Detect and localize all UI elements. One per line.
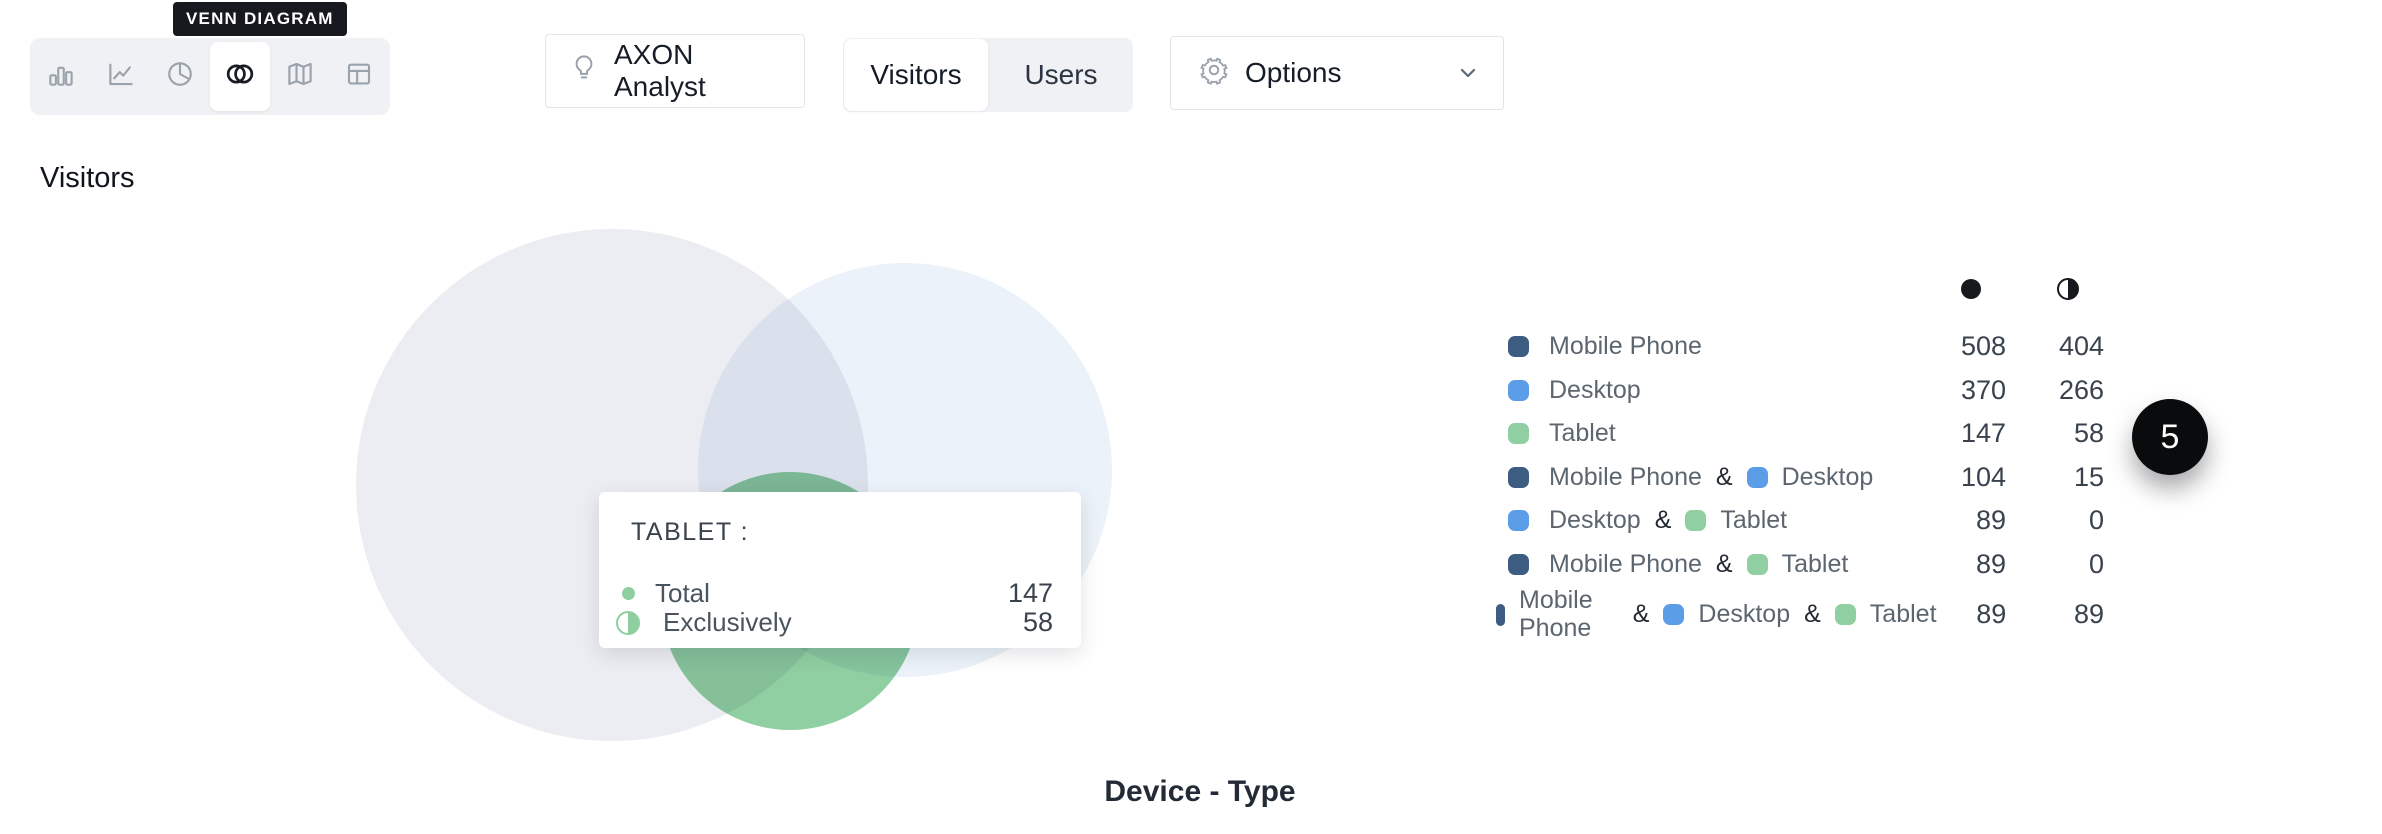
- value-exclusive: 0: [2006, 549, 2104, 580]
- venn-analytics-app: VENN DIAGRAM: [0, 0, 2382, 834]
- swatch-mobile: [1508, 336, 1529, 357]
- swatch-mobile: [1496, 604, 1505, 626]
- venn-tooltip-exclusive-value: 58: [1023, 607, 1053, 638]
- value-exclusive: 0: [2006, 505, 2104, 536]
- bar-chart-icon: [46, 59, 76, 94]
- pie-chart-icon: [165, 59, 195, 94]
- ampersand: &: [1655, 506, 1672, 535]
- swatch-tablet: [1685, 510, 1706, 531]
- legend-row-mobile-phone[interactable]: Mobile Phone 508 404: [1508, 325, 2104, 369]
- ampersand: &: [1633, 600, 1650, 629]
- axis-label: Device - Type: [800, 775, 1600, 809]
- chart-type-tooltip: VENN DIAGRAM: [173, 2, 347, 36]
- chart-type-table[interactable]: [329, 42, 389, 111]
- swatch-tablet: [1508, 423, 1529, 444]
- value-total: 147: [1936, 418, 2006, 449]
- legend-total-filled-circle-icon: [1961, 279, 1981, 299]
- venn-tooltip-total-row: Total 147: [615, 579, 1053, 608]
- lightbulb-icon: [570, 52, 598, 91]
- table-icon: [344, 59, 374, 94]
- total-filled-circle-icon: [622, 587, 635, 600]
- legend-row-tablet[interactable]: Tablet 147 58: [1508, 412, 2104, 456]
- options-label: Options: [1245, 57, 1342, 89]
- exclusively-half-circle-icon: [616, 611, 640, 635]
- swatch-mobile: [1508, 554, 1529, 575]
- value-total: 104: [1936, 462, 2006, 493]
- legend-row-desktop[interactable]: Desktop 370 266: [1508, 369, 2104, 413]
- chart-type-bar-chart[interactable]: [31, 42, 91, 111]
- venn-tooltip-total-value: 147: [1008, 578, 1053, 609]
- swatch-desktop: [1508, 380, 1529, 401]
- swatch-desktop: [1663, 604, 1684, 625]
- venn-hover-tooltip: TABLET : Total 147 Exclusively 58: [599, 492, 1081, 648]
- value-exclusive: 58: [2006, 418, 2104, 449]
- count-badge[interactable]: 5: [2132, 399, 2208, 475]
- page-title: Visitors: [40, 162, 135, 195]
- legend: Mobile Phone 508 404 Desktop 370 266 Tab…: [1508, 325, 2104, 643]
- swatch-desktop: [1508, 510, 1529, 531]
- tab-visitors[interactable]: Visitors: [844, 39, 988, 111]
- chevron-down-icon: [1460, 68, 1476, 78]
- legend-row-mobile-desktop-tablet[interactable]: Mobile Phone & Desktop & Tablet 89 89: [1508, 586, 2104, 643]
- legend-row-mobile-tablet[interactable]: Mobile Phone & Tablet 89 0: [1508, 543, 2104, 587]
- gear-icon: [1198, 54, 1230, 93]
- chart-type-toolbar: [30, 38, 390, 115]
- chart-type-venn-diagram[interactable]: [210, 42, 270, 111]
- ampersand: &: [1804, 600, 1821, 629]
- line-chart-icon: [106, 59, 136, 94]
- value-total: 89: [1936, 549, 2006, 580]
- venn-tooltip-total-label: Total: [655, 578, 710, 609]
- map-icon: [285, 59, 315, 94]
- metric-toggle: Visitors Users: [843, 38, 1133, 112]
- ampersand: &: [1716, 550, 1733, 579]
- value-total: 89: [1937, 599, 2007, 630]
- venn-diagram-icon: [224, 59, 256, 94]
- ampersand: &: [1716, 463, 1733, 492]
- tab-visitors-label: Visitors: [870, 59, 961, 91]
- swatch-tablet: [1747, 554, 1768, 575]
- venn-tooltip-exclusive-label: Exclusively: [663, 607, 792, 638]
- count-badge-value: 5: [2161, 418, 2180, 457]
- legend-row-mobile-desktop[interactable]: Mobile Phone & Desktop 104 15: [1508, 456, 2104, 500]
- venn-tooltip-exclusive-row: Exclusively 58: [615, 608, 1053, 637]
- legend-exclusive-half-circle-icon: [2057, 278, 2079, 300]
- legend-row-desktop-tablet[interactable]: Desktop & Tablet 89 0: [1508, 499, 2104, 543]
- swatch-tablet: [1835, 604, 1856, 625]
- tab-users-label: Users: [1024, 59, 1097, 91]
- tab-users[interactable]: Users: [989, 38, 1133, 112]
- value-exclusive: 89: [2006, 599, 2104, 630]
- chart-type-tooltip-label: VENN DIAGRAM: [186, 9, 334, 29]
- value-exclusive: 266: [2006, 375, 2104, 406]
- swatch-desktop: [1747, 467, 1768, 488]
- value-exclusive: 15: [2006, 462, 2104, 493]
- venn-tooltip-title: TABLET :: [615, 518, 1053, 547]
- axon-analyst-button[interactable]: AXON Analyst: [545, 34, 805, 108]
- options-button[interactable]: Options: [1170, 36, 1504, 110]
- chart-type-map[interactable]: [270, 42, 330, 111]
- value-total: 370: [1936, 375, 2006, 406]
- chart-type-line-chart[interactable]: [91, 42, 151, 111]
- swatch-mobile: [1508, 467, 1529, 488]
- value-total: 89: [1936, 505, 2006, 536]
- value-total: 508: [1936, 331, 2006, 362]
- axon-analyst-label: AXON Analyst: [614, 39, 780, 103]
- chart-type-pie-chart[interactable]: [150, 42, 210, 111]
- value-exclusive: 404: [2006, 331, 2104, 362]
